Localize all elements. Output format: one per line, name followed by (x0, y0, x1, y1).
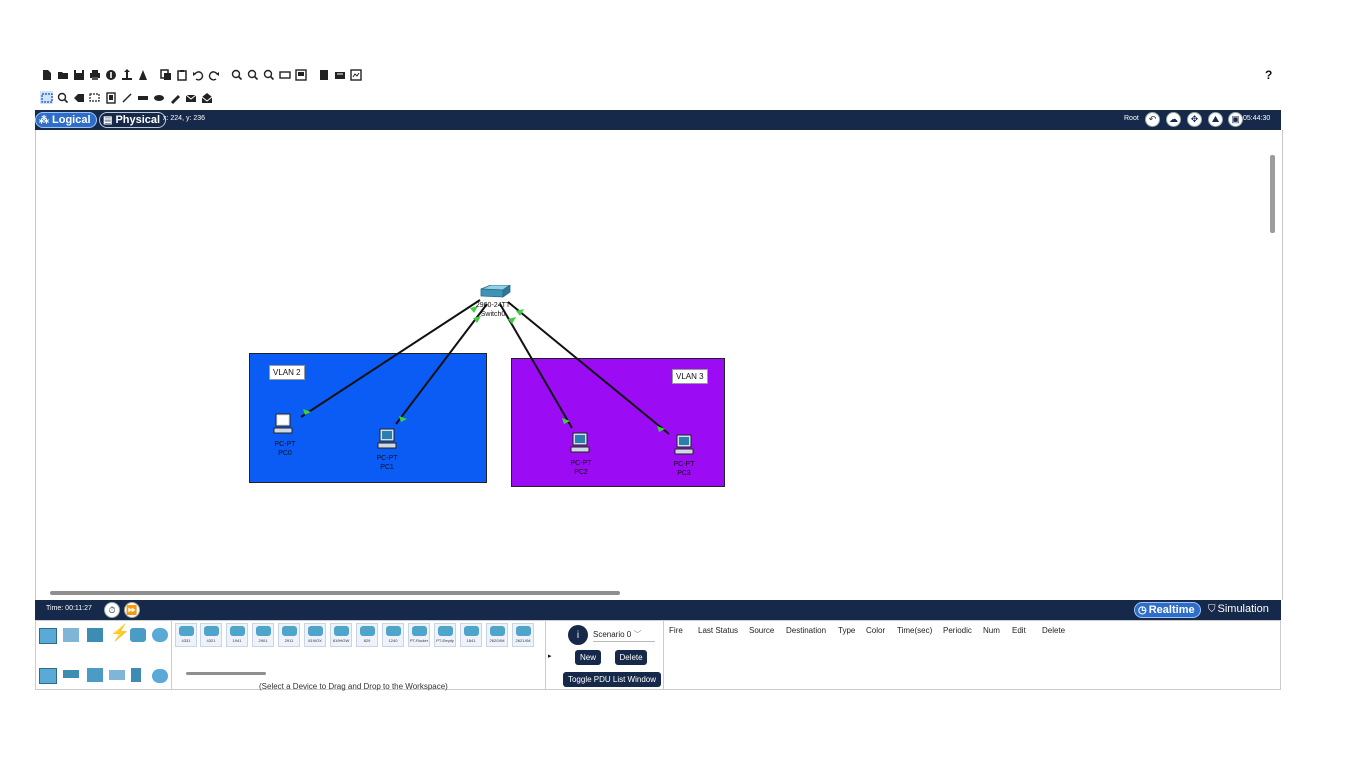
pdu-header-time: Time(sec) (897, 626, 933, 635)
link-switch-pc0 (300, 299, 481, 418)
pc3-name-label: PC3 (677, 470, 691, 477)
device-tile[interactable]: PT-Router (408, 623, 430, 647)
device-tile[interactable]: 2620XM (486, 623, 508, 647)
device-tile[interactable]: PT-Empty (434, 623, 456, 647)
router-icon (308, 626, 323, 636)
router-icon (438, 626, 453, 636)
pdu-header-destination: Destination (786, 626, 827, 635)
router-icon (386, 626, 401, 636)
pc1-name-label: PC1 (380, 464, 394, 471)
router-icon (282, 626, 297, 636)
simulation-icon: ⛉ (1208, 603, 1216, 615)
misc-category-icon[interactable] (130, 628, 146, 642)
switch-icon[interactable] (477, 285, 511, 301)
device-list-scrollbar[interactable] (186, 672, 266, 675)
device-tile[interactable]: 2911 (278, 623, 300, 647)
realtime-label: Realtime (1148, 604, 1195, 616)
pdu-header-num: Num (983, 626, 1000, 635)
pdu-header-fire: Fire (669, 626, 683, 635)
device-tile[interactable]: 1240 (382, 623, 404, 647)
pc0-name-label: PC0 (278, 450, 292, 457)
delete-scenario-button[interactable]: Delete (615, 650, 647, 665)
panel-divider (663, 620, 664, 690)
routers-subcategory-icon[interactable] (39, 668, 57, 684)
pc2-type-label: PC-PT (570, 460, 592, 467)
device-tile[interactable]: 1841 (460, 623, 482, 647)
link-switch-pc3 (507, 301, 670, 435)
hubs-subcategory-icon[interactable] (87, 668, 103, 682)
pdu-header-last-status: Last Status (698, 626, 739, 635)
pdu-header-type: Type (838, 626, 856, 635)
info-icon[interactable]: i (568, 625, 588, 645)
pc0-type-label: PC-PT (274, 441, 296, 448)
device-tile[interactable]: 2901 (252, 623, 274, 647)
realtime-mode-button[interactable]: ◷ Realtime (1134, 602, 1201, 618)
new-scenario-button[interactable]: New (575, 650, 601, 665)
simulation-label: Simulation (1217, 603, 1269, 615)
router-icon (464, 626, 479, 636)
simulation-bar (35, 600, 1281, 620)
link-switch-pc1 (395, 303, 488, 425)
switches-subcategory-icon[interactable] (63, 670, 79, 678)
simulation-mode-button[interactable]: ⛉ Simulation (1208, 603, 1269, 615)
panel-divider (545, 620, 546, 690)
pc3-type-label: PC-PT (673, 461, 695, 468)
switch-name-label: Switch0 (480, 311, 506, 318)
pc2-icon[interactable] (570, 432, 590, 454)
router-icon (412, 626, 427, 636)
device-tile[interactable]: 2621XM (512, 623, 534, 647)
end-devices-category-icon[interactable] (63, 628, 79, 642)
device-tile[interactable]: 1941 (226, 623, 248, 647)
router-icon (256, 626, 271, 636)
device-tile[interactable]: 819IOX (304, 623, 326, 647)
device-tile[interactable]: 4321 (200, 623, 222, 647)
device-tile[interactable]: 4331 (175, 623, 197, 647)
toggle-pdu-list-button[interactable]: Toggle PDU List Window (563, 672, 661, 687)
pdu-header-periodic: Periodic (943, 626, 972, 635)
scenario-select[interactable]: Scenario 0 ﹀ (593, 629, 641, 640)
wan-emulation-subcategory-icon[interactable] (152, 669, 168, 683)
pc0-icon[interactable] (273, 413, 293, 435)
chevron-down-icon: ﹀ (633, 630, 642, 639)
fast-forward-icon[interactable]: ⏩ (124, 602, 140, 618)
router-icon (230, 626, 245, 636)
wireless-subcategory-icon[interactable] (109, 670, 125, 680)
device-tile[interactable]: 819HGW (330, 623, 352, 647)
router-icon (516, 626, 531, 636)
scenario-select-value: Scenario 0 (593, 630, 632, 639)
pc1-type-label: PC-PT (376, 455, 398, 462)
multiuser-category-icon[interactable] (152, 628, 168, 642)
connections-category-icon[interactable]: ⚡ (110, 626, 130, 642)
pdu-header-source: Source (749, 626, 775, 635)
pdu-header-edit: Edit (1012, 626, 1026, 635)
time-display: Time: 00:11:27 (46, 605, 92, 612)
security-subcategory-icon[interactable] (131, 668, 141, 682)
pc3-icon[interactable] (674, 434, 694, 456)
pc2-name-label: PC2 (574, 469, 588, 476)
panel-divider (171, 620, 172, 690)
port-light (399, 416, 407, 422)
components-category-icon[interactable] (87, 628, 103, 642)
device-tile[interactable]: 829 (356, 623, 378, 647)
router-icon (490, 626, 505, 636)
router-icon (204, 626, 219, 636)
panel-expand-icon[interactable]: ▸ (548, 652, 552, 660)
device-hint-text: (Select a Device to Drag and Drop to the… (259, 682, 448, 691)
network-devices-category-icon[interactable] (39, 628, 57, 644)
router-icon (179, 626, 194, 636)
power-cycle-icon[interactable]: ⏱ (104, 602, 120, 618)
switch-model-label: 2960-24TT (475, 302, 511, 309)
link-switch-pc2 (499, 303, 573, 429)
pdu-header-delete: Delete (1042, 626, 1066, 635)
clock-icon: ◷ (1138, 604, 1147, 616)
select-underline (593, 641, 655, 642)
pdu-header-color: Color (866, 626, 886, 635)
router-icon (334, 626, 349, 636)
pc1-icon[interactable] (377, 428, 397, 450)
router-icon (360, 626, 375, 636)
